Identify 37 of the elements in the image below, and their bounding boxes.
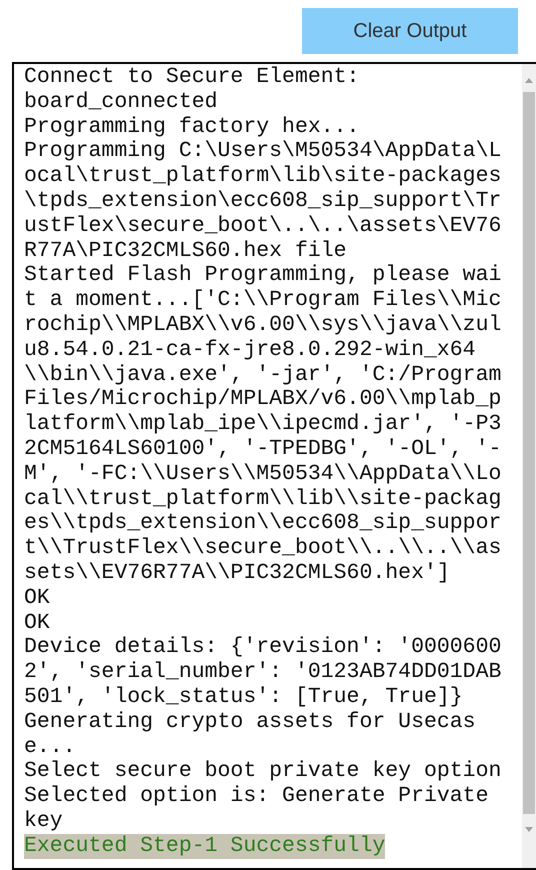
- output-line: Programming factory hex...: [24, 114, 360, 140]
- output-line: key: [24, 808, 64, 834]
- output-line: OK: [24, 586, 51, 611]
- output-line: Selected option is: Generate Private: [24, 784, 490, 809]
- clear-output-button[interactable]: Clear Output: [302, 8, 518, 54]
- output-line: Generating crypto assets for Usecas: [24, 710, 477, 735]
- output-line: sets\\EV76R77A\\PIC32CMLS60.hex']: [24, 560, 451, 586]
- output-line: Programming C:\Users\M50534\AppData\L: [24, 139, 502, 164]
- scrollbar-thumb[interactable]: [523, 92, 535, 814]
- output-line: ocal\trust_platform\lib\site-packages: [24, 164, 502, 189]
- output-line: \\bin\\java.exe', '-jar', 'C:/Program: [24, 362, 502, 388]
- output-line: 2', 'serial_number': '0123AB74DD01DAB: [24, 660, 502, 685]
- scroll-down-icon[interactable]: [524, 826, 534, 834]
- output-line: cal\\trust_platform\\lib\\site-packag: [24, 486, 502, 512]
- output-line: board_connected: [24, 90, 219, 115]
- output-line: 501', 'lock_status': [True, True]}: [24, 684, 464, 710]
- success-message: Executed Step-1 Successfully: [24, 834, 386, 858]
- output-line: R77A\PIC32CMLS60.hex file: [24, 238, 348, 264]
- output-line: latform\\mplab_ipe\\ipecmd.jar', '-P3: [24, 412, 502, 437]
- output-line: es\\tpds_extension\\ecc608_sip_suppor: [24, 511, 502, 536]
- scroll-up-icon[interactable]: [524, 76, 534, 84]
- output-line: Device details: {'revision': '0000600: [24, 635, 502, 660]
- output-line: rochip\\MPLABX\\v6.00\\sys\\java\\zul: [24, 312, 502, 338]
- output-line: ustFlex\secure_boot\..\..\assets\EV76: [24, 214, 502, 239]
- output-line: M', '-FC:\\Users\\M50534\\AppData\\Lo: [24, 462, 502, 487]
- output-line: OK: [24, 610, 51, 636]
- output-line: Started Flash Programming, please wai: [24, 263, 502, 288]
- output-line: Connect to Secure Element:: [24, 65, 360, 90]
- output-line: u8.54.0.21-ca-fx-jre8.0.292-win_x64: [24, 338, 477, 363]
- output-line: t a moment...['C:\\Program Files\\Mic: [24, 288, 502, 313]
- output-line: \tpds_extension\ecc608_sip_support\Tr: [24, 188, 502, 214]
- output-line: Select secure boot private key option: [24, 759, 502, 784]
- output-line: t\\TrustFlex\\secure_boot\\..\\..\\as: [24, 536, 502, 561]
- scrollbar[interactable]: [522, 64, 536, 868]
- output-line: e...: [24, 734, 77, 760]
- output-line: 2CM5164LS60100', '-TPEDBG', '-OL', '-: [24, 436, 502, 462]
- output-line: Files/Microchip/MPLABX/v6.00\\mplab_p: [24, 387, 502, 412]
